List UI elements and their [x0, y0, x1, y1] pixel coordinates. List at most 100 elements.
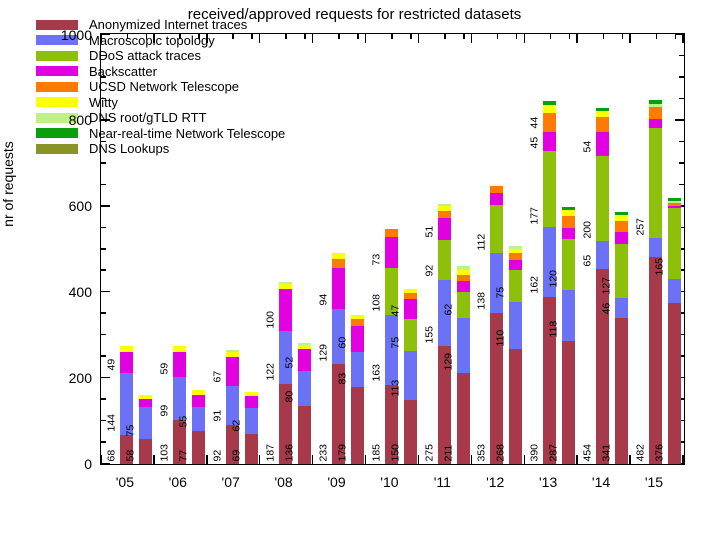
x-axis-minor-tick: [357, 34, 359, 39]
bar-segment: [350, 351, 364, 388]
bar-value-label: 110: [494, 329, 507, 347]
bar-segment: [384, 229, 398, 238]
bar-segment: [139, 394, 153, 400]
bar-segment: [278, 284, 292, 289]
x-axis-major-tick: [629, 455, 631, 464]
bar-segment: [191, 407, 205, 431]
legend-swatch: [36, 128, 78, 139]
bar-segment: [596, 117, 610, 133]
bar-value-label: 59: [158, 362, 171, 375]
bar-segment: [509, 248, 523, 253]
bar-segment: [278, 288, 292, 332]
bar-segment: [562, 340, 576, 464]
bar-value-label: 187: [264, 443, 277, 461]
bar-segment: [490, 205, 504, 254]
x-axis-major-tick: [470, 455, 473, 464]
bar-value-label: 268: [494, 443, 507, 461]
y-axis-minor-tick: [101, 226, 106, 229]
x-axis-minor-tick: [655, 34, 658, 39]
x-axis-minor-tick: [621, 34, 624, 39]
bar-value-label: 75: [494, 287, 507, 299]
bar-segment: [668, 302, 682, 464]
y-axis-minor-tick: [101, 269, 106, 271]
bar-value-label: 136: [283, 443, 296, 461]
x-axis-minor-tick: [285, 34, 287, 39]
bar-segment: [562, 238, 576, 291]
bar-segment: [350, 325, 364, 352]
y-axis-minor-tick: [101, 312, 106, 314]
x-axis-tick-label: '07: [221, 474, 240, 490]
legend-label: DNS Lookups: [89, 141, 170, 157]
bar-segment: [403, 292, 417, 299]
bar-segment: [297, 345, 311, 350]
bar-segment: [244, 395, 258, 408]
bar-segment: [649, 257, 663, 464]
y-axis-minor-tick: [101, 441, 106, 443]
x-axis-major-tick: [629, 34, 631, 43]
bar-segment: [615, 298, 629, 318]
bar-value-label: 177: [528, 206, 541, 225]
x-axis-tick-label: '09: [327, 474, 346, 490]
x-axis-tick-label: '13: [539, 474, 558, 490]
bar-value-label: 44: [528, 117, 541, 129]
bar-segment: [596, 269, 610, 464]
x-axis-minor-tick: [391, 34, 393, 39]
bar-value-label: 287: [547, 443, 560, 461]
legend-label: Anonymized Internet traces: [89, 17, 248, 33]
bar-segment: [172, 352, 186, 378]
chart-root: received/approved requests for restricte…: [0, 0, 709, 540]
bar-segment: [456, 373, 470, 464]
bar-segment: [191, 389, 205, 395]
bar-segment: [191, 394, 205, 408]
bar-segment: [668, 202, 682, 206]
bar-value-label: 75: [124, 424, 137, 437]
legend-swatch: [36, 81, 78, 92]
legend-swatch: [36, 50, 78, 61]
bar--11-received: 275 155 92 51: [423, 204, 451, 464]
bar-value-label: 257: [634, 217, 647, 236]
bar-segment: [437, 240, 451, 280]
bar-segment: [331, 268, 345, 309]
y-axis-minor-tick: [101, 162, 106, 164]
legend-label: Backscatter: [89, 63, 157, 79]
bar-segment: [490, 193, 504, 206]
y-axis-minor-tick: [101, 398, 106, 400]
x-axis-minor-tick: [568, 34, 571, 39]
y-axis-tick-label: 0: [84, 455, 92, 472]
bar-segment: [403, 351, 417, 400]
bar-value-label: 75: [389, 336, 402, 349]
bar-value-label: 454: [581, 443, 594, 461]
bar-value-label: 341: [600, 443, 613, 461]
bar-segment: [668, 201, 682, 203]
bar-segment: [437, 204, 451, 207]
bar-segment: [490, 186, 504, 194]
y-axis-minor-tick: [679, 76, 684, 78]
bar-segment: [543, 104, 557, 114]
bar-segment: [543, 151, 557, 228]
bar-value-label: 162: [528, 276, 541, 294]
bar-segment: [615, 215, 629, 221]
bar-segment: [668, 205, 682, 208]
bar-segment: [490, 253, 504, 313]
bar--11-approved: 211 129 62: [442, 266, 470, 464]
bar--06-approved: 77 55: [177, 389, 205, 464]
bar-value-label: 77: [177, 449, 190, 461]
bar-segment: [596, 111, 610, 118]
bar-value-label: 92: [211, 449, 224, 461]
x-axis-major-tick: [100, 455, 102, 464]
x-axis-major-tick: [311, 455, 314, 464]
bar-value-label: 390: [528, 443, 541, 461]
bar-value-label: 91: [211, 409, 224, 422]
bar--05-received: 68 144 49: [106, 346, 134, 464]
bar-segment: [456, 280, 470, 292]
y-axis-tick-label: 800: [68, 112, 92, 129]
bar--07-approved: 69 62: [230, 391, 258, 464]
bar-segment: [139, 439, 153, 464]
bar-segment: [456, 318, 470, 374]
bar-value-label: 68: [105, 449, 118, 461]
bar-segment: [139, 399, 153, 407]
legend-label: DDoS attack traces: [89, 48, 201, 64]
bar-segment: [615, 232, 629, 244]
bar-segment: [350, 387, 364, 464]
bar-segment: [596, 107, 610, 112]
